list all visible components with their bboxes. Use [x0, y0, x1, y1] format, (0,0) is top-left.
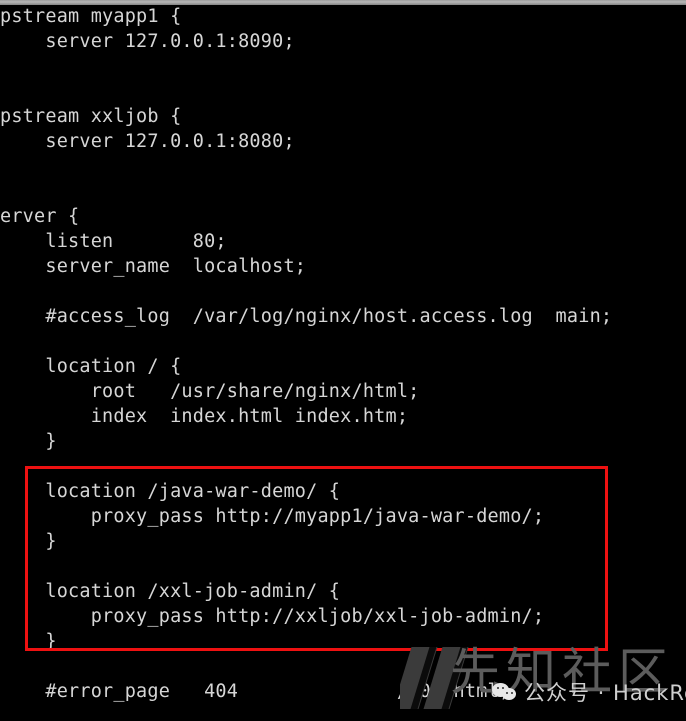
- code-line: }: [0, 631, 57, 652]
- nginx-config-code[interactable]: pstream myapp1 { server 127.0.0.1:8090; p…: [0, 4, 686, 704]
- code-line: server 127.0.0.1:8080;: [0, 131, 295, 152]
- terminal-window: pstream myapp1 { server 127.0.0.1:8090; p…: [0, 0, 686, 721]
- code-line: server_name localhost;: [0, 256, 307, 277]
- code-line: location / {: [0, 356, 182, 377]
- code-line: #error_page 404 /404.html;: [0, 681, 511, 702]
- code-line: pstream xxljob {: [0, 106, 182, 127]
- code-line: server 127.0.0.1:8090;: [0, 31, 295, 52]
- code-line: }: [0, 431, 57, 452]
- code-line: location /java-war-demo/ {: [0, 481, 341, 502]
- code-line: erver {: [0, 206, 80, 227]
- code-line: }: [0, 531, 57, 552]
- code-line: listen 80;: [0, 231, 227, 252]
- code-line: pstream myapp1 {: [0, 6, 182, 27]
- code-line: location /xxl-job-admin/ {: [0, 581, 341, 602]
- window-top-edge-strip: [0, 0, 686, 5]
- code-line: proxy_pass http://myapp1/java-war-demo/;: [0, 506, 545, 527]
- code-line: #access_log /var/log/nginx/host.access.l…: [0, 306, 613, 327]
- code-line: index index.html index.htm;: [0, 406, 409, 427]
- code-line: proxy_pass http://xxljob/xxl-job-admin/;: [0, 606, 545, 627]
- code-line: root /usr/share/nginx/html;: [0, 381, 420, 402]
